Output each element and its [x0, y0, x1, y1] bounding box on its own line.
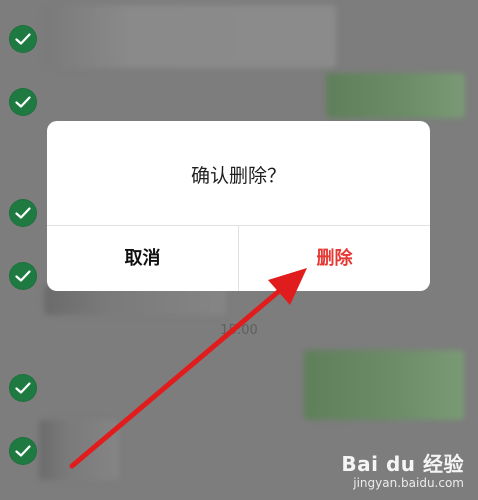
watermark-url: jingyan.baidu.com: [353, 475, 464, 490]
dialog-title: 确认删除？: [190, 165, 286, 187]
message-select-checkbox[interactable]: [9, 199, 37, 227]
check-icon: [15, 33, 31, 45]
check-icon: [15, 207, 31, 219]
message-select-checkbox[interactable]: [9, 25, 37, 53]
check-icon: [15, 96, 31, 108]
message-time: 15:00: [220, 323, 258, 338]
confirm-delete-dialog: 确认删除？ 取消 删除: [47, 121, 430, 291]
message-select-checkbox[interactable]: [9, 437, 37, 465]
delete-button[interactable]: 删除: [239, 226, 430, 291]
watermark-brand: Bai du 经验: [341, 451, 464, 476]
message-select-checkbox[interactable]: [9, 374, 37, 402]
message-select-checkbox[interactable]: [9, 262, 37, 290]
message-bubble-sent: [326, 73, 465, 118]
check-icon: [15, 270, 31, 282]
baidu-jingyan-watermark: Bai du 经验 jingyan.baidu.com: [341, 453, 464, 490]
check-icon: [15, 382, 31, 394]
message-bubble-received: [39, 420, 119, 480]
message-bubble-received: [44, 5, 336, 68]
cancel-button[interactable]: 取消: [47, 226, 238, 291]
message-select-checkbox[interactable]: [9, 88, 37, 116]
message-bubble-sent: [304, 350, 464, 420]
check-icon: [15, 445, 31, 457]
